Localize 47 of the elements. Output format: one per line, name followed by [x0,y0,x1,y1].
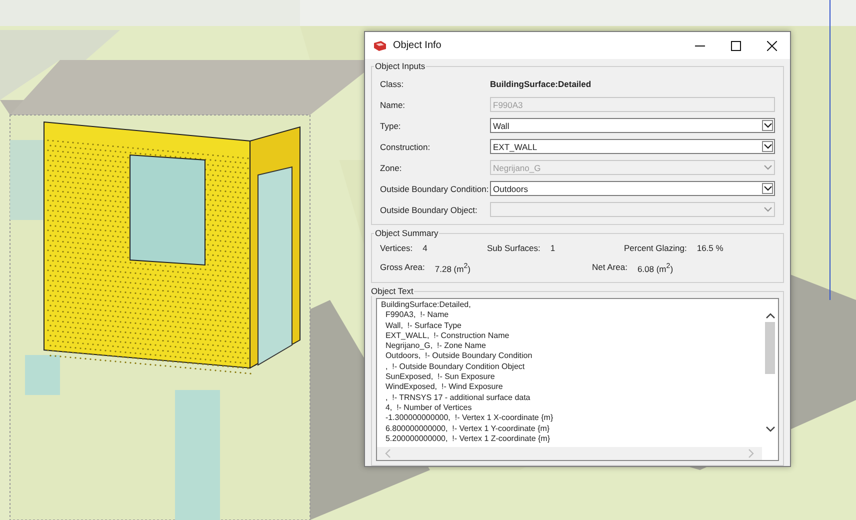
field-label: Class: [380,78,405,88]
summary-value: 1 [550,243,556,253]
class-value: BuildingSurface:Detailed [490,78,592,88]
horizontal-scrollbar[interactable] [377,447,762,460]
caret-icon [762,141,773,152]
field-label: Name: [380,100,406,110]
code-line: Negrijano_G, !- Zone Name [384,341,487,352]
summary-label: Gross Area: [380,262,425,274]
group-title: Object Inputs [374,61,426,71]
summary-label: Percent Glazing: [624,243,687,253]
code-line: 6.800000000000, !- Vertex 1 Y-coordinate {m} [384,424,551,434]
code-line: WindExposed, !- Wind Exposure [384,382,504,393]
group-title: Object Text [370,286,414,296]
field-label: Outside Boundary Object: [380,204,478,214]
summary-value: 16.5 % [696,243,724,253]
code-line: Outdoors, !- Outside Boundary Condition [384,351,534,362]
summary-label: Vertices: [380,243,413,253]
caret-icon [762,183,773,194]
summary-value: 4 [422,243,428,253]
field-label: Type: [380,120,402,130]
dropdown-field[interactable]: Outdoors [490,181,775,196]
summary-value: 7.28 (m$^{2}$) [434,262,470,274]
app-logo-icon [373,40,387,52]
code-line: F990A3, !- Name [384,310,450,321]
summary-label: Net Area: [592,262,628,274]
code-line: EXT_WALL, !- Construction Name [384,330,510,342]
code-line: BuildingSurface:Detailed, [381,300,472,310]
field-label: Outside Boundary Condition: [380,184,490,194]
summary-label: Sub Surfaces: [487,243,540,253]
code-line: 5.200000000000, !- Vertex 1 Z-coordinate {m} [384,434,551,444]
caret-icon [762,120,773,131]
code-line: 4, !- Number of Vertices [384,402,473,414]
code-line: , !- Outside Boundary Condition Object [384,362,526,372]
maximize-icon [731,40,741,50]
code-line: Wall, !- Surface Type [384,320,462,331]
code-line: SunExposed, !- Sun Exposure [384,372,496,382]
summary-value: 6.08 (m$^{2}$) [637,262,674,274]
field-label: Zone: [380,162,403,172]
dropdown-field[interactable]: EXT_WALL [490,139,775,154]
group-title: Object Summary [374,228,440,238]
window-title: Object Info [393,40,442,51]
close-icon [767,40,777,50]
code-line: , !- TRNSYS 17 - additional surface data [384,392,532,403]
field-label: Construction: [380,142,432,152]
dropdown-field[interactable]: Wall [490,118,775,133]
code-line: -1.300000000000, !- Vertex 1 X-coordinate {m} [384,413,554,424]
scrollbar-thumb[interactable] [765,322,775,374]
